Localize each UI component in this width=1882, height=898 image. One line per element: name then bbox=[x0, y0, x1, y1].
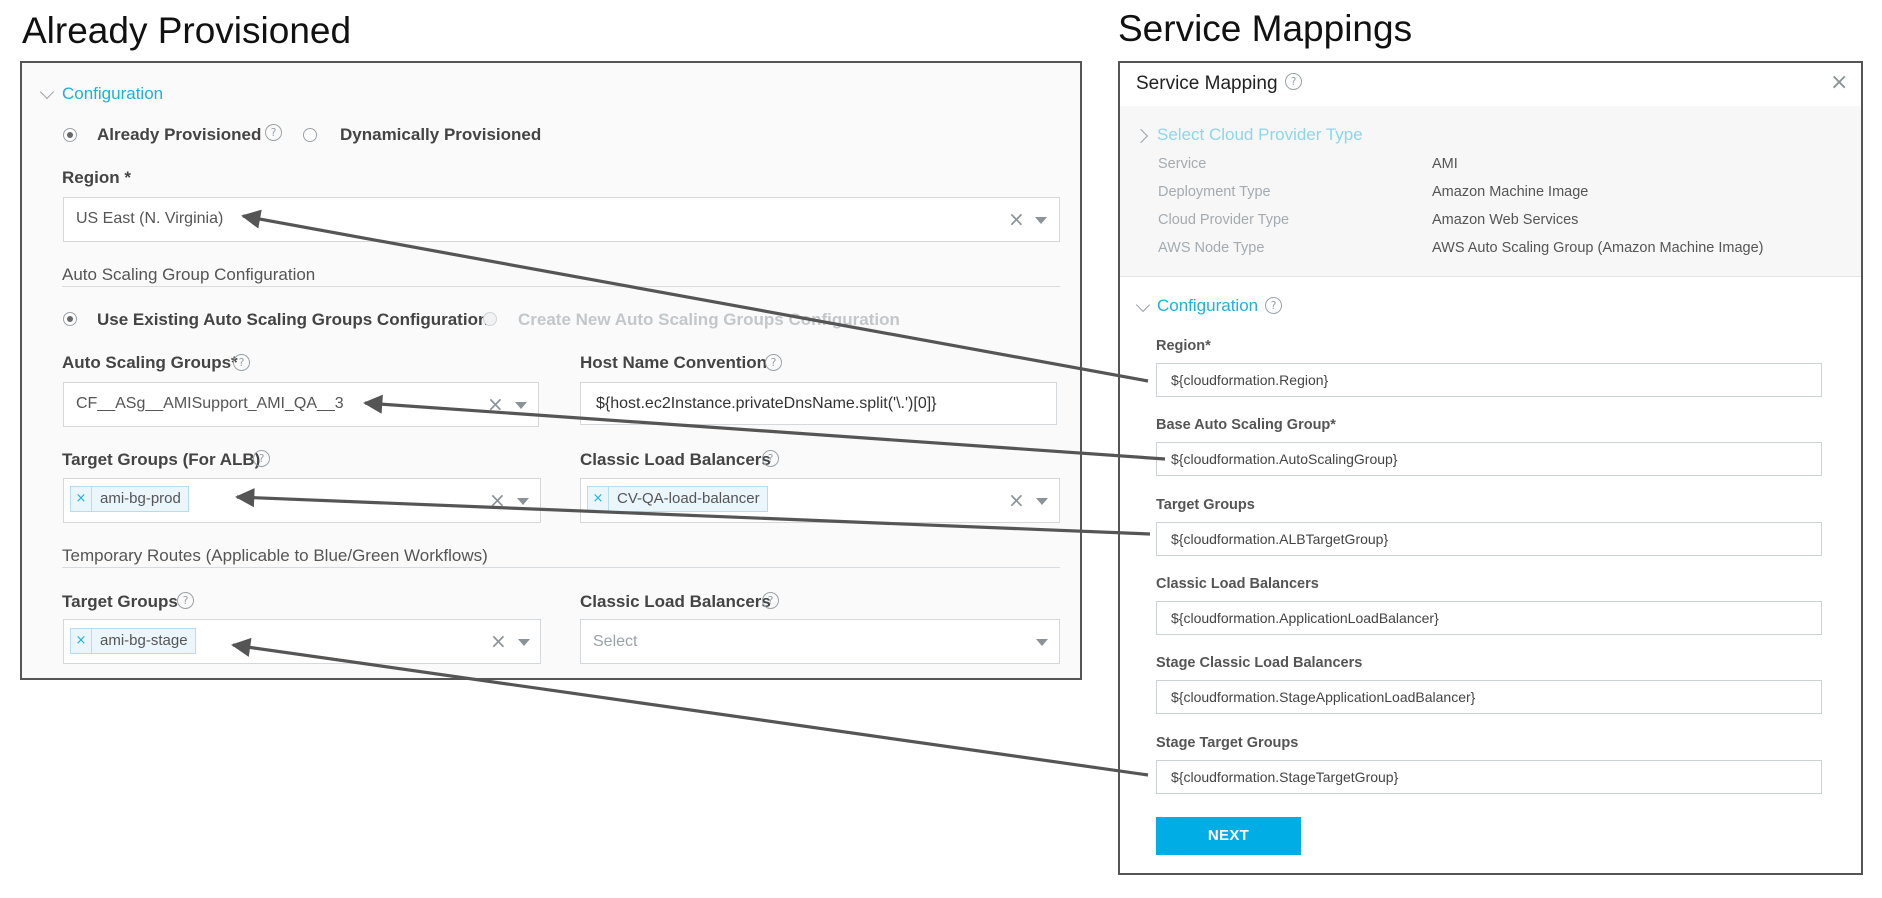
caret-down-icon[interactable] bbox=[1036, 639, 1048, 646]
tag-ami-bg-prod: × ami-bg-prod bbox=[70, 486, 189, 512]
caret-down-icon[interactable] bbox=[518, 639, 530, 646]
radio-label-create-new-asg: Create New Auto Scaling Groups Configura… bbox=[518, 310, 900, 329]
auto-scaling-groups-select[interactable]: CF__ASg__AMISupport_AMI_QA__3 × bbox=[63, 382, 539, 427]
field-label-base-asg: Base Auto Scaling Group* bbox=[1156, 417, 1336, 433]
field-input-target-groups[interactable]: ${cloudformation.ALBTargetGroup} bbox=[1156, 522, 1822, 556]
caret-down-icon[interactable] bbox=[1035, 217, 1047, 224]
tag-label: CV-QA-load-balancer bbox=[617, 490, 760, 507]
summary-key: Cloud Provider Type bbox=[1158, 212, 1290, 228]
temp-routes-title: Temporary Routes (Applicable to Blue/Gre… bbox=[62, 546, 488, 565]
asg-config-title: Auto Scaling Group Configuration bbox=[62, 265, 316, 284]
field-input-stage-target-groups[interactable]: ${cloudformation.StageTargetGroup} bbox=[1156, 760, 1822, 794]
tag-label: ami-bg-prod bbox=[100, 490, 181, 507]
select-cloud-provider-type[interactable]: Select Cloud Provider Type bbox=[1157, 125, 1363, 145]
temp-classic-load-balancers-placeholder: Select bbox=[593, 633, 638, 650]
region-select[interactable]: US East (N. Virginia) × bbox=[63, 197, 1060, 242]
region-value: US East (N. Virginia) bbox=[76, 210, 224, 227]
caret-down-icon[interactable] bbox=[1036, 498, 1048, 505]
tag-cv-qa-load-balancer: × CV-QA-load-balancer bbox=[587, 486, 768, 512]
field-input-base-asg[interactable]: ${cloudformation.AutoScalingGroup} bbox=[1156, 442, 1822, 476]
help-icon[interactable]: ? bbox=[1265, 297, 1282, 314]
region-label: Region * bbox=[62, 168, 131, 187]
radio-dynamically-provisioned[interactable] bbox=[303, 128, 317, 142]
section-title: Configuration bbox=[62, 84, 164, 103]
radio-use-existing-asg[interactable] bbox=[63, 312, 77, 326]
help-icon[interactable]: ? bbox=[765, 354, 782, 371]
summary-key: AWS Node Type bbox=[1158, 240, 1265, 256]
field-input-classic-lb[interactable]: ${cloudformation.ApplicationLoadBalancer… bbox=[1156, 601, 1822, 635]
auto-scaling-groups-label: Auto Scaling Groups* bbox=[62, 353, 238, 372]
classic-load-balancers-select[interactable]: × CV-QA-load-balancer × bbox=[580, 478, 1060, 523]
divider bbox=[62, 567, 1060, 568]
tag-label: ami-bg-stage bbox=[100, 632, 188, 649]
service-mapping-title: Service Mapping bbox=[1136, 73, 1278, 94]
close-icon[interactable]: × bbox=[1830, 72, 1848, 94]
summary-value: Amazon Web Services bbox=[1432, 212, 1579, 228]
field-label-stage-classic-lb: Stage Classic Load Balancers bbox=[1156, 655, 1363, 671]
radio-already-provisioned[interactable] bbox=[63, 128, 77, 142]
divider bbox=[62, 286, 1060, 287]
temp-target-groups-select[interactable]: × ami-bg-stage × bbox=[63, 619, 541, 664]
help-icon[interactable]: ? bbox=[233, 354, 250, 371]
tag-ami-bg-stage: × ami-bg-stage bbox=[70, 628, 196, 654]
summary-value: AWS Auto Scaling Group (Amazon Machine I… bbox=[1432, 240, 1764, 256]
field-label-region: Region* bbox=[1156, 338, 1211, 354]
field-input-stage-classic-lb[interactable]: ${cloudformation.StageApplicationLoadBal… bbox=[1156, 680, 1822, 714]
help-icon[interactable]: ? bbox=[265, 124, 282, 141]
summary-value: AMI bbox=[1432, 156, 1458, 172]
temp-classic-load-balancers-select[interactable]: Select bbox=[580, 619, 1060, 664]
auto-scaling-groups-value: CF__ASg__AMISupport_AMI_QA__3 bbox=[76, 395, 344, 412]
field-label-target-groups: Target Groups bbox=[1156, 497, 1255, 513]
field-input-region[interactable]: ${cloudformation.Region} bbox=[1156, 363, 1822, 397]
radio-label-use-existing-asg: Use Existing Auto Scaling Groups Configu… bbox=[97, 310, 489, 329]
clear-x-icon[interactable]: × bbox=[1008, 490, 1025, 510]
service-mapping-header: Service Mapping ? × bbox=[1120, 63, 1861, 106]
clear-x-icon[interactable]: × bbox=[1008, 209, 1025, 229]
temp-classic-load-balancers-label: Classic Load Balancers bbox=[580, 592, 771, 611]
help-icon[interactable]: ? bbox=[177, 592, 194, 609]
radio-create-new-asg[interactable] bbox=[483, 312, 497, 326]
remove-tag-icon[interactable]: × bbox=[71, 629, 92, 653]
summary-value: Amazon Machine Image bbox=[1432, 184, 1589, 200]
host-name-convention-value: ${host.ec2Instance.privateDnsName.split(… bbox=[596, 395, 937, 412]
sm-configuration-title[interactable]: Configuration bbox=[1157, 296, 1258, 316]
remove-tag-icon[interactable]: × bbox=[71, 487, 92, 511]
field-label-classic-lb: Classic Load Balancers bbox=[1156, 576, 1319, 592]
radio-label-already-provisioned: Already Provisioned bbox=[97, 125, 262, 144]
help-icon[interactable]: ? bbox=[1285, 73, 1302, 90]
help-icon[interactable]: ? bbox=[762, 592, 779, 609]
clear-x-icon[interactable]: × bbox=[489, 490, 506, 510]
caret-down-icon[interactable] bbox=[515, 402, 527, 409]
host-name-convention-input[interactable]: ${host.ec2Instance.privateDnsName.split(… bbox=[580, 382, 1057, 425]
field-label-stage-target-groups: Stage Target Groups bbox=[1156, 735, 1299, 751]
next-button[interactable]: NEXT bbox=[1156, 817, 1301, 855]
target-groups-alb-label: Target Groups (For ALB) bbox=[62, 450, 261, 469]
heading-service-mappings: Service Mappings bbox=[1118, 8, 1413, 49]
remove-tag-icon[interactable]: × bbox=[588, 487, 609, 511]
temp-target-groups-label: Target Groups bbox=[62, 592, 178, 611]
target-groups-alb-select[interactable]: × ami-bg-prod × bbox=[63, 478, 541, 523]
heading-already-provisioned: Already Provisioned bbox=[22, 10, 352, 51]
classic-load-balancers-label: Classic Load Balancers bbox=[580, 450, 771, 469]
host-name-convention-label: Host Name Convention bbox=[580, 353, 768, 372]
summary-key: Deployment Type bbox=[1158, 184, 1271, 200]
caret-down-icon[interactable] bbox=[517, 498, 529, 505]
help-icon[interactable]: ? bbox=[253, 450, 270, 467]
clear-x-icon[interactable]: × bbox=[487, 394, 504, 414]
radio-label-dynamically-provisioned: Dynamically Provisioned bbox=[340, 125, 542, 144]
help-icon[interactable]: ? bbox=[762, 450, 779, 467]
summary-key: Service bbox=[1158, 156, 1207, 172]
clear-x-icon[interactable]: × bbox=[490, 631, 507, 651]
